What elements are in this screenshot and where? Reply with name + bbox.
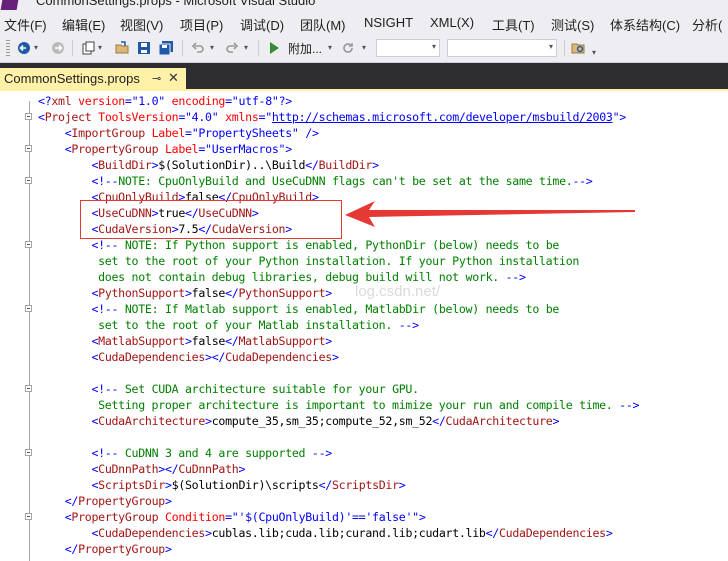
toolbar-separator: [182, 40, 183, 56]
collapse-toggle[interactable]: [25, 177, 32, 184]
new-project-button[interactable]: [80, 40, 96, 56]
menu-team[interactable]: 团队(M): [300, 15, 346, 34]
start-debugging-button[interactable]: [266, 40, 282, 56]
document-tab-strip: CommonSettings.props ⊸ ✕: [0, 63, 728, 91]
new-project-icon: [82, 41, 95, 55]
code-line: <PythonSupport>false</PythonSupport>: [91, 286, 332, 300]
toolbar-overflow-icon[interactable]: ▾: [592, 48, 596, 57]
chevron-down-icon: ▾: [548, 42, 553, 51]
menu-test[interactable]: 测试(S): [551, 15, 594, 34]
forward-button[interactable]: [50, 40, 66, 56]
code-line: <Project ToolsVersion="4.0" xmlns="http:…: [38, 110, 626, 124]
open-file-button[interactable]: [114, 40, 130, 56]
code-line: <CudaDependencies>cublas.lib;cuda.lib;cu…: [91, 526, 613, 540]
menu-xml[interactable]: XML(X): [430, 15, 474, 30]
collapse-toggle[interactable]: [25, 449, 32, 456]
watermark-text: log.csdn.net/: [355, 283, 441, 300]
menu-view[interactable]: 视图(V): [120, 15, 163, 34]
chevron-down-icon: ▾: [431, 42, 436, 51]
back-dropdown-icon[interactable]: ▾: [34, 43, 38, 52]
undo-dropdown-icon[interactable]: ▾: [210, 43, 214, 52]
outline-gutter: [29, 101, 30, 561]
code-line: Setting proper architecture is important…: [38, 398, 640, 412]
collapse-toggle[interactable]: [25, 241, 32, 248]
toolbar-grip[interactable]: [6, 40, 10, 56]
menu-edit[interactable]: 编辑(E): [62, 15, 105, 34]
visual-studio-logo-icon: [0, 0, 20, 10]
code-line: <ScriptsDir>$(SolutionDir)\scripts</Scri…: [91, 478, 406, 492]
open-folder-icon: [115, 41, 128, 54]
collapse-toggle[interactable]: [25, 113, 32, 120]
back-button[interactable]: [16, 40, 32, 56]
code-line: does not contain debug libraries, debug …: [38, 270, 526, 284]
tab-label: CommonSettings.props: [4, 71, 140, 86]
refresh-button[interactable]: [340, 40, 356, 56]
collapse-toggle[interactable]: [25, 513, 32, 520]
undo-icon: [191, 42, 204, 53]
highlight-box: [80, 200, 342, 239]
undo-button[interactable]: [190, 40, 206, 56]
toolbar-separator: [72, 40, 73, 56]
back-arrow-icon: [18, 42, 30, 54]
code-line: <PropertyGroup Condition="'$(CpuOnlyBuil…: [64, 510, 426, 524]
annotation-arrow-icon: [345, 201, 635, 227]
menu-tools[interactable]: 工具(T): [492, 15, 535, 34]
close-icon[interactable]: ✕: [168, 70, 179, 86]
standard-toolbar: ▾ ▾ ▾ ▾ 附加... ▾ ▾ ▾ ▾ ▾: [0, 34, 728, 63]
solution-configuration-select[interactable]: ▾: [376, 39, 440, 57]
find-in-files-icon: [571, 43, 584, 54]
refresh-icon: [343, 43, 353, 53]
code-editor[interactable]: <?xml version="1.0" encoding="utf-8"?> <P…: [0, 91, 728, 561]
save-all-button[interactable]: [158, 40, 174, 56]
toolbar-separator: [564, 40, 565, 56]
tab-commonsettings-props[interactable]: CommonSettings.props ⊸ ✕: [0, 68, 186, 91]
menu-analyze[interactable]: 分析(: [692, 15, 722, 34]
pin-icon[interactable]: ⊸: [152, 72, 161, 85]
save-all-icon: [158, 40, 173, 55]
play-icon: [270, 42, 279, 54]
redo-button[interactable]: [224, 40, 240, 56]
code-line: set to the root of your Matlab installat…: [38, 318, 419, 332]
title-bar: CommonSettings.props - Microsoft Visual …: [0, 0, 728, 12]
code-line: <!-- CuDNN 3 and 4 are supported -->: [91, 446, 332, 460]
code-line: <ImportGroup Label="PropertySheets" />: [64, 126, 319, 140]
code-line: set to the root of your Python installat…: [38, 254, 580, 268]
find-in-files-button[interactable]: [570, 40, 586, 56]
code-line: </PropertyGroup>: [64, 494, 172, 508]
code-line: </PropertyGroup>: [64, 542, 172, 556]
menu-nsight[interactable]: NSIGHT: [364, 15, 413, 30]
code-line: <!-- Set CUDA architecture suitable for …: [91, 382, 419, 396]
new-dropdown-icon[interactable]: ▾: [98, 43, 102, 52]
collapse-toggle[interactable]: [25, 385, 32, 392]
collapse-toggle[interactable]: [25, 305, 32, 312]
forward-arrow-icon: [52, 42, 64, 54]
toolbar-separator: [258, 40, 259, 56]
menu-file[interactable]: 文件(F): [4, 15, 47, 34]
redo-icon: [226, 42, 239, 53]
menu-bar: 文件(F) 编辑(E) 视图(V) 项目(P) 调试(D) 团队(M) NSIG…: [0, 12, 728, 34]
redo-dropdown-icon[interactable]: ▾: [244, 43, 248, 52]
indicator-margin: [0, 91, 22, 561]
code-line: <MatlabSupport>false</MatlabSupport>: [91, 334, 332, 348]
save-icon: [138, 42, 150, 54]
code-line: <CudaDependencies></CudaDependencies>: [91, 350, 339, 364]
menu-project[interactable]: 项目(P): [180, 15, 223, 34]
code-line: <!--NOTE: CpuOnlyBuild and UseCuDNN flag…: [91, 174, 593, 188]
window-title: CommonSettings.props - Microsoft Visual …: [36, 0, 316, 8]
attach-dropdown-icon[interactable]: ▾: [328, 43, 332, 52]
code-line: <CudaArchitecture>compute_35,sm_35;compu…: [91, 414, 560, 428]
refresh-dropdown-icon[interactable]: ▾: [362, 43, 366, 52]
attach-button-label[interactable]: 附加...: [288, 40, 322, 57]
collapse-toggle[interactable]: [25, 145, 32, 152]
menu-architecture[interactable]: 体系结构(C): [610, 15, 680, 34]
solution-platform-select[interactable]: ▾: [447, 39, 557, 57]
code-line: <BuildDir>$(SolutionDir)..\Build</BuildD…: [91, 158, 379, 172]
code-line: <?xml version="1.0" encoding="utf-8"?>: [38, 94, 292, 108]
save-button[interactable]: [136, 40, 152, 56]
code-line: <!-- NOTE: If Matlab support is enabled,…: [91, 302, 560, 316]
code-line: <CuDnnPath></CuDnnPath>: [91, 462, 246, 476]
menu-debug[interactable]: 调试(D): [240, 15, 284, 34]
code-line: <PropertyGroup Label="UserMacros">: [64, 142, 292, 156]
code-line: <!-- NOTE: If Python support is enabled,…: [91, 238, 560, 252]
